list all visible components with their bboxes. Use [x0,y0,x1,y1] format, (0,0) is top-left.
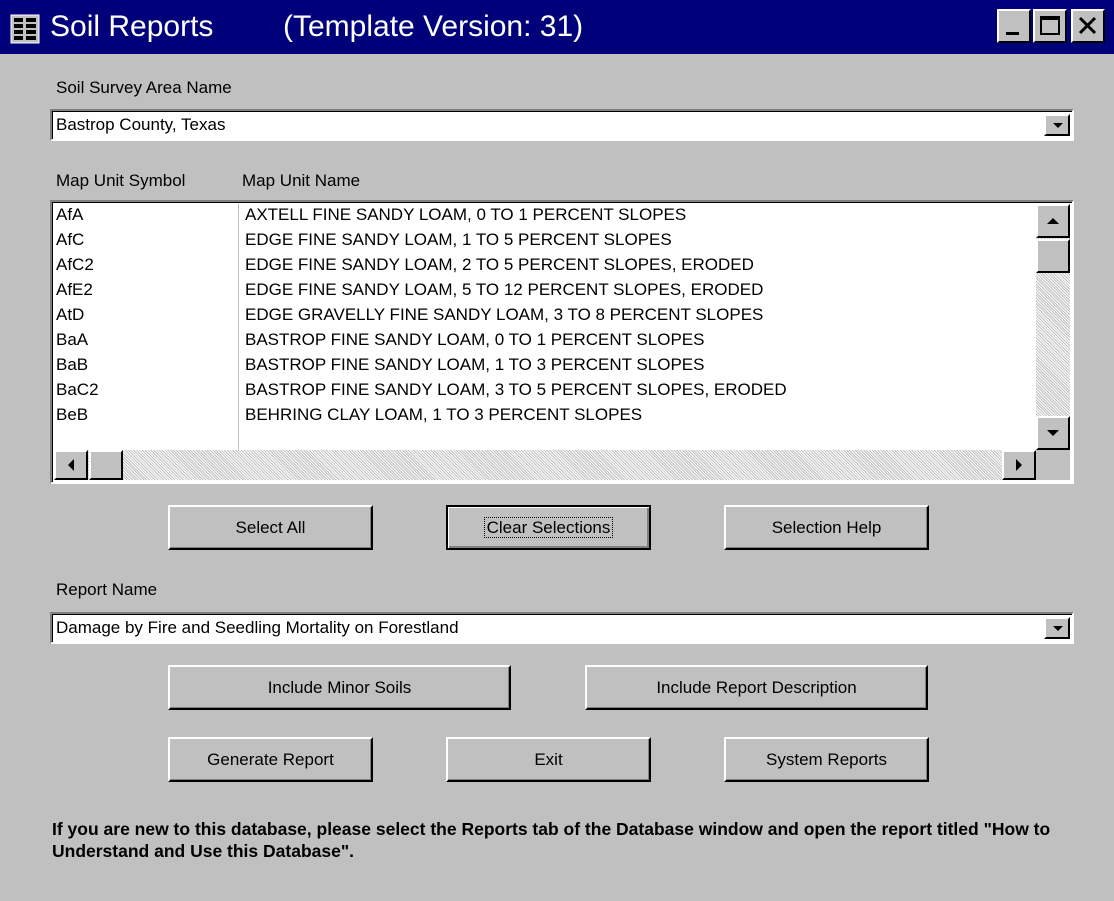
report-name-dropdown-button[interactable] [1044,617,1070,639]
map-unit-symbol: BaA [56,330,89,349]
list-item[interactable]: BaC2 BASTROP FINE SANDY LOAM, 3 TO 5 PERC… [52,379,1032,404]
arrow-right-icon [1016,459,1022,471]
scroll-up-button[interactable] [1036,204,1070,238]
help-note: If you are new to this database, please … [52,819,1051,861]
chevron-down-icon [1053,123,1063,128]
list-item[interactable]: AfC EDGE FINE SANDY LOAM, 1 TO 5 PERCENT … [52,229,1032,254]
map-unit-name: EDGE FINE SANDY LOAM, 5 TO 12 PERCENT SL… [245,280,764,299]
template-version: (Template Version: 31) [283,10,584,43]
map-unit-listbox[interactable]: AfA AXTELL FINE SANDY LOAM, 0 TO 1 PERCEN… [50,200,1074,484]
survey-area-value: Bastrop County, Texas [56,115,226,134]
chevron-down-icon [1053,626,1063,631]
system-reports-button[interactable]: System Reports [724,737,929,782]
list-item[interactable]: AfC2 EDGE FINE SANDY LOAM, 2 TO 5 PERCENT… [52,254,1032,279]
clear-selections-button[interactable]: Clear Selections [446,505,651,550]
include-minor-soils-button[interactable]: Include Minor Soils [168,665,511,710]
scroll-thumb[interactable] [1036,239,1070,273]
map-unit-symbol: AfC2 [56,255,94,274]
scroll-right-button[interactable] [1002,450,1036,480]
list-item[interactable]: AfA AXTELL FINE SANDY LOAM, 0 TO 1 PERCEN… [52,204,1032,229]
close-icon [1078,16,1097,35]
list-item[interactable]: AfE2 EDGE FINE SANDY LOAM, 5 TO 12 PERCEN… [52,279,1032,304]
select-all-button[interactable]: Select All [168,505,373,550]
scrollbar-corner [1036,450,1070,480]
map-unit-name: EDGE FINE SANDY LOAM, 2 TO 5 PERCENT SLO… [245,255,754,274]
include-report-description-button[interactable]: Include Report Description [585,665,928,710]
map-unit-name: AXTELL FINE SANDY LOAM, 0 TO 1 PERCENT S… [245,205,687,224]
map-unit-symbol-header: Map Unit Symbol [56,171,186,190]
horizontal-scrollbar[interactable] [54,450,1036,480]
arrow-left-icon [68,459,74,471]
map-unit-symbol: AtD [56,305,85,324]
arrow-up-icon [1047,218,1059,224]
horizontal-scroll-thumb[interactable] [89,450,123,480]
close-button[interactable] [1071,9,1105,43]
map-unit-symbol: AfA [56,205,84,224]
map-unit-name: BEHRING CLAY LOAM, 1 TO 3 PERCENT SLOPES [245,405,643,424]
map-unit-name: EDGE GRAVELLY FINE SANDY LOAM, 3 TO 8 PE… [245,305,764,324]
map-unit-symbol: BaC2 [56,380,99,399]
minimize-icon [1006,32,1019,35]
clear-selections-label: Clear Selections [483,517,614,538]
report-name-label: Report Name [56,580,158,599]
generate-report-button[interactable]: Generate Report [168,737,373,782]
map-unit-symbol: BaB [56,355,89,374]
report-name-dropdown[interactable]: Damage by Fire and Seedling Mortality on… [50,612,1074,644]
window-title: Soil Reports [50,10,214,43]
survey-area-dropdown[interactable]: Bastrop County, Texas [50,109,1074,141]
arrow-down-icon [1047,430,1059,436]
form-icon [10,14,40,44]
map-unit-name: EDGE FINE SANDY LOAM, 1 TO 5 PERCENT SLO… [245,230,672,249]
survey-area-label: Soil Survey Area Name [56,78,232,97]
list-item[interactable]: AtD EDGE GRAVELLY FINE SANDY LOAM, 3 TO 8… [52,304,1032,329]
map-unit-symbol: AfE2 [56,280,93,299]
map-unit-name: BASTROP FINE SANDY LOAM, 1 TO 3 PERCENT … [245,355,705,374]
map-unit-symbol: BeB [56,405,89,424]
report-name-value: Damage by Fire and Seedling Mortality on… [56,618,459,637]
exit-button[interactable]: Exit [446,737,651,782]
maximize-button[interactable] [1033,9,1067,43]
list-item[interactable]: BaA BASTROP FINE SANDY LOAM, 0 TO 1 PERCE… [52,329,1032,354]
list-item[interactable]: BeB BEHRING CLAY LOAM, 1 TO 3 PERCENT SLO… [52,404,1032,429]
scroll-down-button[interactable] [1036,416,1070,450]
maximize-icon [1040,16,1060,35]
map-unit-name-header: Map Unit Name [242,171,361,190]
scroll-left-button[interactable] [54,450,88,480]
title-bar[interactable]: Soil Reports (Template Version: 31) [0,0,1114,54]
vertical-scrollbar[interactable] [1036,204,1070,450]
list-item[interactable]: BaB BASTROP FINE SANDY LOAM, 1 TO 3 PERCE… [52,354,1032,379]
survey-area-dropdown-button[interactable] [1044,114,1070,136]
map-unit-name: BASTROP FINE SANDY LOAM, 3 TO 5 PERCENT … [245,380,787,399]
selection-help-button[interactable]: Selection Help [724,505,929,550]
map-unit-name: BASTROP FINE SANDY LOAM, 0 TO 1 PERCENT … [245,330,705,349]
map-unit-symbol: AfC [56,230,85,249]
minimize-button[interactable] [997,9,1031,43]
